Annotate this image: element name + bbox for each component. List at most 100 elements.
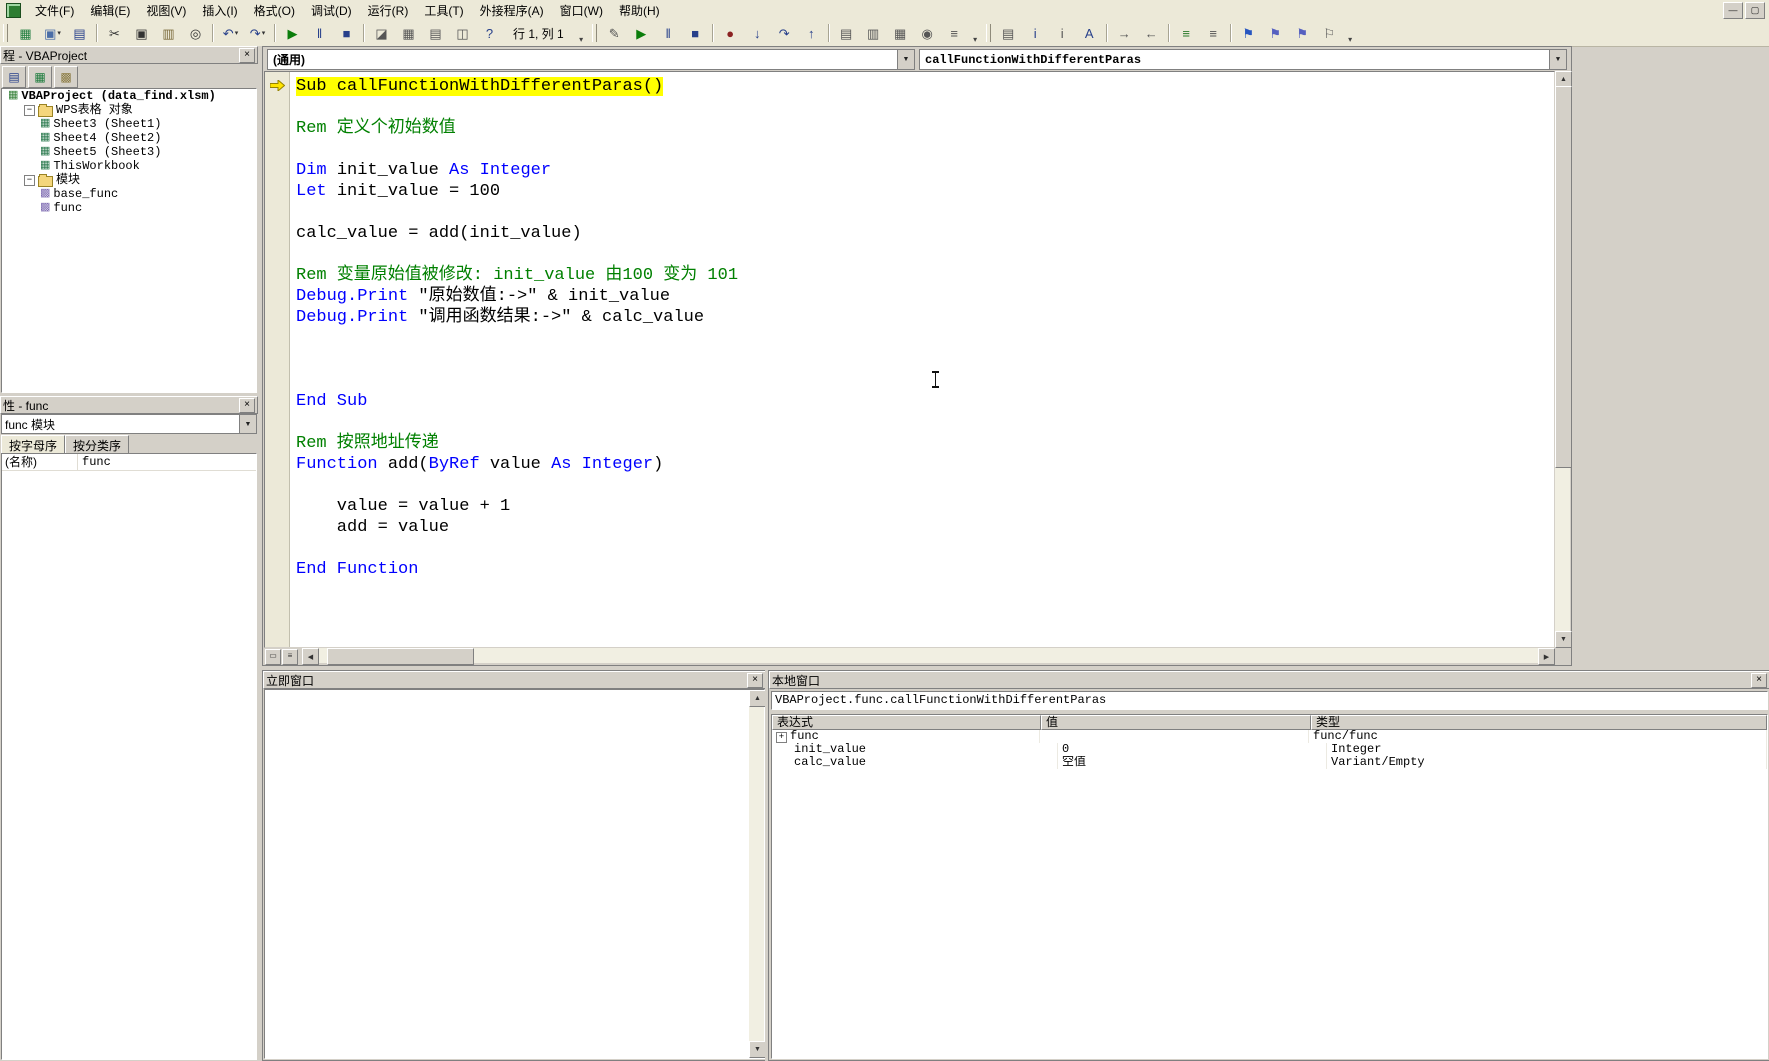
find-button[interactable]: ◎ bbox=[183, 22, 208, 45]
complete-word-button[interactable]: A bbox=[1077, 22, 1102, 45]
debug-break-button[interactable]: ‖ bbox=[656, 22, 681, 45]
immediate-close-icon[interactable] bbox=[747, 672, 763, 688]
scroll-down-icon[interactable] bbox=[749, 1041, 766, 1058]
immediate-vertical-scrollbar[interactable] bbox=[749, 690, 766, 1058]
uncomment-block-button[interactable]: ≡ bbox=[1201, 22, 1226, 45]
list-properties-button[interactable]: ▤ bbox=[996, 22, 1021, 45]
scroll-up-icon[interactable] bbox=[749, 690, 766, 707]
scroll-down-icon[interactable] bbox=[1555, 631, 1572, 648]
tree-item-modules-folder[interactable]: − 模块 bbox=[2, 173, 256, 187]
vertical-scroll-thumb[interactable] bbox=[1555, 86, 1572, 468]
project-explorer-close-icon[interactable] bbox=[239, 47, 255, 63]
cut-button[interactable]: ✂ bbox=[102, 22, 127, 45]
scroll-left-icon[interactable] bbox=[302, 648, 319, 665]
menu-addins[interactable]: 外接程序(A) bbox=[472, 0, 552, 21]
property-value-cell[interactable]: func bbox=[78, 454, 256, 470]
break-button[interactable]: ‖ bbox=[307, 22, 332, 45]
step-over-button[interactable]: ↷ bbox=[772, 22, 797, 45]
tree-item-wps-objects-folder[interactable]: − WPS表格 对象 bbox=[2, 103, 256, 117]
project-explorer-titlebar[interactable]: 程 - VBAProject bbox=[0, 46, 258, 64]
undo-button[interactable]: ↶ ▾ bbox=[218, 22, 243, 45]
code-text[interactable]: Sub callFunctionWithDifferentParas() Rem… bbox=[290, 72, 1554, 647]
step-into-button[interactable]: ↓ bbox=[745, 22, 770, 45]
project-explorer-button[interactable]: ▦ bbox=[396, 22, 421, 45]
horizontal-scroll-thumb[interactable] bbox=[327, 648, 474, 665]
object-browser-button[interactable]: ◫ bbox=[450, 22, 475, 45]
object-combo[interactable]: (通用) bbox=[267, 49, 915, 70]
quick-watch-button[interactable]: ◉ bbox=[915, 22, 940, 45]
code-editor[interactable]: Sub callFunctionWithDifferentParas() Rem… bbox=[264, 71, 1555, 648]
tree-item-func[interactable]: ▩ func bbox=[2, 201, 256, 215]
restore-button[interactable]: ▢ bbox=[1745, 1, 1765, 19]
menu-edit[interactable]: 编辑(E) bbox=[82, 0, 138, 21]
step-out-button[interactable]: ↑ bbox=[799, 22, 824, 45]
tree-expander-icon[interactable]: − bbox=[24, 104, 35, 116]
properties-close-icon[interactable] bbox=[239, 397, 255, 413]
procedure-combo[interactable]: callFunctionWithDifferentParas bbox=[919, 49, 1567, 70]
immediate-window-button[interactable]: ▥ bbox=[861, 22, 886, 45]
run-button[interactable]: ▶ bbox=[280, 22, 305, 45]
paste-button[interactable]: ▥ bbox=[156, 22, 181, 45]
debug-reset-button[interactable]: ■ bbox=[683, 22, 708, 45]
next-bookmark-button[interactable]: ⚑ bbox=[1263, 22, 1288, 45]
menu-tools[interactable]: 工具(T) bbox=[416, 0, 471, 21]
toggle-folders-button[interactable]: ▩ bbox=[54, 65, 78, 88]
design-mode-button[interactable]: ◪ bbox=[369, 22, 394, 45]
quick-info-button[interactable]: i bbox=[1023, 22, 1048, 45]
chevron-down-icon[interactable] bbox=[239, 415, 256, 433]
procedure-view-button[interactable] bbox=[265, 649, 281, 665]
view-wps-button[interactable]: ▦ bbox=[13, 22, 38, 45]
code-margin[interactable] bbox=[265, 72, 290, 647]
scroll-right-icon[interactable] bbox=[1538, 648, 1555, 665]
previous-bookmark-button[interactable]: ⚑ bbox=[1290, 22, 1315, 45]
tree-item-sheet4[interactable]: ▦ Sheet4 (Sheet2) bbox=[2, 131, 256, 145]
toolbar-options-chevron[interactable]: ▾ bbox=[970, 23, 981, 44]
tree-item-thisworkbook[interactable]: ▦ ThisWorkbook bbox=[2, 159, 256, 173]
watch-window-button[interactable]: ▦ bbox=[888, 22, 913, 45]
immediate-titlebar[interactable]: 立即窗口 bbox=[263, 671, 766, 689]
tree-item-sheet5[interactable]: ▦ Sheet5 (Sheet3) bbox=[2, 145, 256, 159]
clear-bookmarks-button[interactable]: ⚐ bbox=[1317, 22, 1342, 45]
call-stack-button[interactable]: ≡ bbox=[942, 22, 967, 45]
comment-block-button[interactable]: ≡ bbox=[1174, 22, 1199, 45]
tree-item-vbaproject-root[interactable]: ▦ VBAProject (data_find.xlsm) bbox=[2, 89, 256, 103]
column-value[interactable]: 值 bbox=[1041, 715, 1311, 730]
menu-help[interactable]: 帮助(H) bbox=[611, 0, 668, 21]
locals-titlebar[interactable]: 本地窗口 bbox=[769, 671, 1769, 689]
locals-close-icon[interactable] bbox=[1751, 672, 1767, 688]
reset-button[interactable]: ■ bbox=[334, 22, 359, 45]
menu-debug[interactable]: 调试(D) bbox=[303, 0, 360, 21]
view-code-button[interactable]: ▤ bbox=[2, 65, 26, 88]
toolbar-grip[interactable] bbox=[985, 24, 991, 42]
debug-design-mode-button[interactable]: ✎ bbox=[602, 22, 627, 45]
toggle-breakpoint-button[interactable]: ● bbox=[718, 22, 743, 45]
toolbar-options-chevron[interactable]: ▾ bbox=[1345, 23, 1356, 44]
tab-alphabetic[interactable]: 按字母序 bbox=[1, 435, 66, 454]
code-vertical-scrollbar[interactable] bbox=[1555, 71, 1572, 648]
full-module-view-button[interactable] bbox=[282, 649, 298, 665]
locals-row-init-value[interactable]: init_value 0 Integer bbox=[772, 743, 1767, 756]
property-row[interactable]: (名称) func bbox=[2, 454, 256, 471]
view-object-button[interactable]: ▦ bbox=[28, 65, 52, 88]
toolbar-options-chevron[interactable]: ▾ bbox=[576, 23, 587, 44]
chevron-down-icon[interactable] bbox=[1549, 50, 1566, 69]
tree-expander-icon[interactable]: − bbox=[24, 174, 35, 186]
locals-row-func[interactable]: + func func/func bbox=[772, 730, 1767, 743]
column-type[interactable]: 类型 bbox=[1311, 715, 1767, 730]
minimize-button[interactable]: — bbox=[1723, 1, 1743, 19]
tree-item-base-func[interactable]: ▩ base_func bbox=[2, 187, 256, 201]
help-button[interactable]: ? bbox=[477, 22, 502, 45]
menu-run[interactable]: 运行(R) bbox=[360, 0, 417, 21]
column-expression[interactable]: 表达式 bbox=[772, 715, 1041, 730]
locals-window-button[interactable]: ▤ bbox=[834, 22, 859, 45]
toolbar-grip[interactable] bbox=[591, 24, 597, 42]
outdent-button[interactable]: ← bbox=[1139, 22, 1164, 45]
save-button[interactable]: ▤ bbox=[67, 22, 92, 45]
menu-window[interactable]: 窗口(W) bbox=[552, 0, 611, 21]
menu-format[interactable]: 格式(O) bbox=[246, 0, 303, 21]
tree-item-sheet3[interactable]: ▦ Sheet3 (Sheet1) bbox=[2, 117, 256, 131]
toggle-bookmark-button[interactable]: ⚑ bbox=[1236, 22, 1261, 45]
tab-categorized[interactable]: 按分类序 bbox=[65, 435, 130, 454]
chevron-down-icon[interactable] bbox=[897, 50, 914, 69]
properties-titlebar[interactable]: 性 - func bbox=[0, 396, 258, 414]
